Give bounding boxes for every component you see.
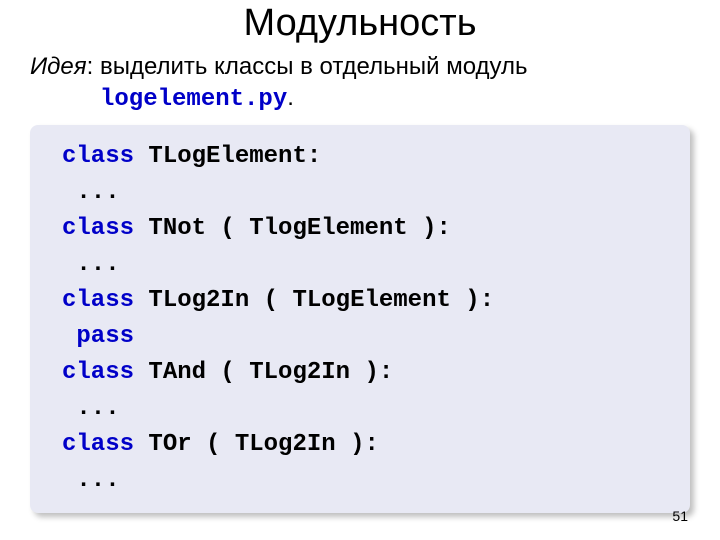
code-block: class TLogElement: ... class TNot ( Tlog… <box>30 125 690 513</box>
kw-pass: pass <box>76 323 134 350</box>
kw-class-4: class <box>62 359 134 386</box>
file-dot: . <box>287 84 294 111</box>
kw-class-2: class <box>62 215 134 242</box>
code-ell-2: ... <box>76 251 119 278</box>
code-c2r: ( TlogElement ): <box>206 215 451 242</box>
idea-label: Идея <box>30 53 87 80</box>
code-c5n: TOr <box>148 431 191 458</box>
slide: Модульность Идея: выделить классы в отде… <box>0 2 720 540</box>
code-ell-1: ... <box>76 179 119 206</box>
kw-class-3: class <box>62 287 134 314</box>
code-c3n: TLog2In <box>148 287 249 314</box>
idea-colon: : <box>87 53 100 80</box>
kw-class-1: class <box>62 143 134 170</box>
code-c4r: ( TLog2In ): <box>206 359 393 386</box>
code-c2n: TNot <box>148 215 206 242</box>
idea-text: выделить классы в отдельный модуль <box>100 53 528 80</box>
kw-class-5: class <box>62 431 134 458</box>
code-c4n: TAnd <box>148 359 206 386</box>
code-ell-4: ... <box>76 467 119 494</box>
code-c1: TLogElement: <box>148 143 321 170</box>
idea-line: Идея: выделить классы в отдельный модуль… <box>30 51 720 115</box>
module-filename: logelement.py <box>100 84 287 115</box>
slide-title: Модульность <box>0 2 720 45</box>
page-number: 51 <box>672 508 688 524</box>
code-c5r: ( TLog2In ): <box>192 431 379 458</box>
code-c3r: ( TLogElement ): <box>249 287 494 314</box>
code-ell-3: ... <box>76 395 119 422</box>
